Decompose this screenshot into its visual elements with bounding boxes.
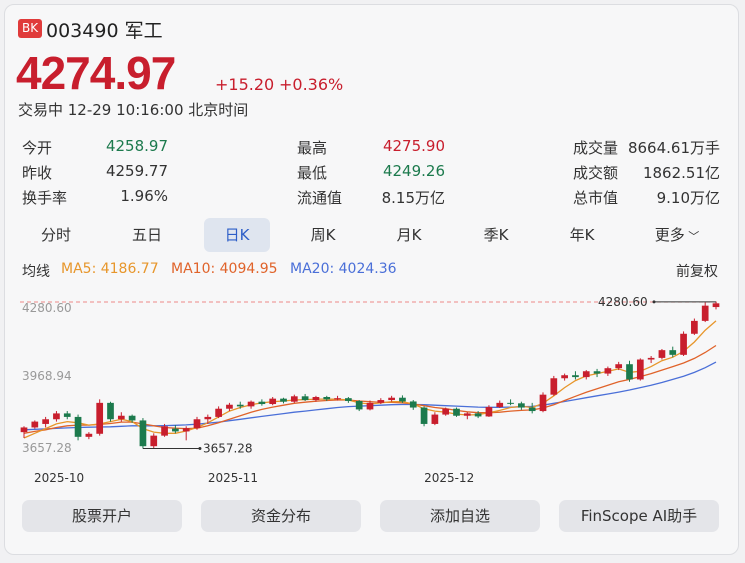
candle-body <box>280 398 287 402</box>
candle-body <box>680 333 687 355</box>
max-annotation-label: 4280.60 <box>598 295 648 309</box>
candle-body <box>507 402 514 404</box>
candle-body <box>366 402 374 410</box>
fund-distribution-button[interactable]: 资金分布 <box>201 500 361 532</box>
candle-body <box>431 414 439 424</box>
candle-body <box>496 402 504 408</box>
candle-body <box>582 371 590 378</box>
x-axis-label: 2025-12 <box>424 471 474 485</box>
candle-body <box>107 402 114 420</box>
candle-body <box>377 400 385 403</box>
candle-body <box>691 320 698 334</box>
candle-body <box>561 375 568 379</box>
candle-body <box>236 404 244 407</box>
candle-body <box>258 401 266 405</box>
candle-body <box>539 394 547 412</box>
candle-body <box>669 350 677 355</box>
candle-body <box>182 428 190 432</box>
candle-body <box>626 364 633 380</box>
min-annotation-label: 3657.28 <box>203 442 253 456</box>
candle-body <box>345 398 352 401</box>
candle-body <box>647 357 655 360</box>
max-annotation-dot <box>652 300 656 304</box>
ma20-line <box>23 361 717 431</box>
candle-body <box>20 427 28 433</box>
candle-body <box>96 402 104 434</box>
min-annotation-dot <box>198 447 202 451</box>
candle-body <box>323 397 331 400</box>
candle-body <box>193 419 201 429</box>
add-watchlist-button[interactable]: 添加自选 <box>380 500 540 532</box>
candle-body <box>420 407 428 424</box>
candle-body <box>550 378 558 395</box>
candle-body <box>518 403 525 408</box>
y-tick-label: 3968.94 <box>22 369 72 383</box>
candle-body <box>269 398 277 405</box>
candle-body <box>474 413 482 417</box>
candle-body <box>290 396 298 402</box>
candle-body <box>636 359 644 380</box>
candle-body <box>215 408 222 417</box>
y-tick-label: 4280.60 <box>22 301 72 315</box>
candle-body <box>453 408 460 416</box>
candle-body <box>117 415 125 420</box>
candle-body <box>172 428 179 432</box>
candle-body <box>442 408 450 415</box>
candle-body <box>53 413 60 420</box>
candle-body <box>388 397 395 401</box>
open-account-button[interactable]: 股票开户 <box>22 500 182 532</box>
candle-body <box>74 416 82 437</box>
candle-body <box>301 396 309 401</box>
candle-body <box>399 397 406 402</box>
candle-body <box>485 407 493 417</box>
candle-body <box>604 368 612 374</box>
y-tick-label: 3657.28 <box>22 441 72 455</box>
candle-body <box>63 413 71 417</box>
candle-body <box>572 375 579 378</box>
x-axis-label: 2025-11 <box>208 471 258 485</box>
candle-body <box>712 303 720 308</box>
candle-body <box>312 397 320 401</box>
candle-body <box>247 401 255 407</box>
candlestick-chart[interactable]: 4280.60 3968.94 3657.28 2025-10 2025-11 2025-… <box>0 0 745 563</box>
candle-body <box>615 364 623 369</box>
candle-body <box>31 421 39 428</box>
candle-body <box>409 401 417 408</box>
candle-body <box>226 404 233 409</box>
candle-body <box>463 413 471 416</box>
candle-body <box>204 416 212 420</box>
ma5-line <box>23 320 717 439</box>
candle-body <box>701 305 709 321</box>
candle-body <box>658 350 666 358</box>
candle-body <box>128 415 136 421</box>
x-axis-label: 2025-10 <box>34 471 84 485</box>
candle-body <box>528 407 536 412</box>
candle-body <box>161 426 168 436</box>
candle-body <box>150 435 158 447</box>
candle-body <box>42 419 49 424</box>
candle-body <box>85 433 93 437</box>
candle-body <box>139 420 147 447</box>
finscope-ai-button[interactable]: FinScope AI助手 <box>559 500 719 532</box>
candle-body <box>334 398 341 400</box>
candle-body <box>593 371 601 374</box>
candle-body <box>355 400 363 410</box>
